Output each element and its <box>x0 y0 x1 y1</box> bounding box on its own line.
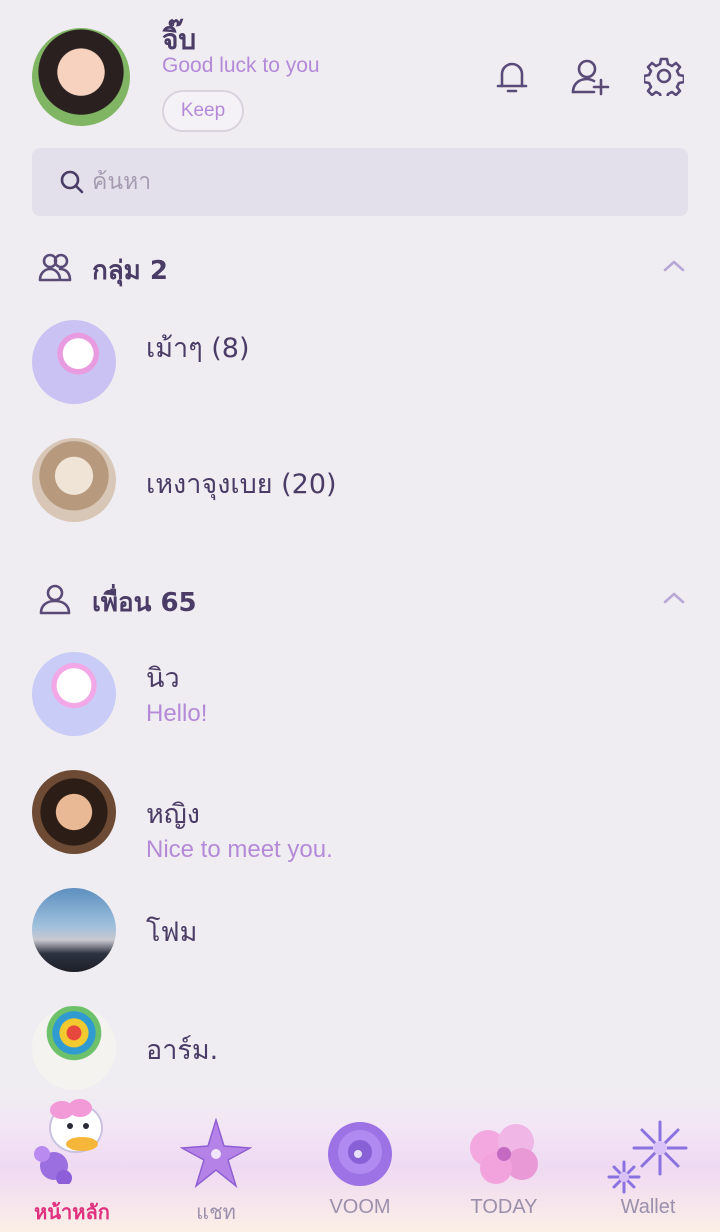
avatar <box>32 770 116 854</box>
tab-voom[interactable]: VOOM <box>295 1110 425 1232</box>
avatar <box>32 320 116 404</box>
avatar <box>32 1006 116 1090</box>
add-friend-icon[interactable] <box>570 56 610 96</box>
tab-wallet[interactable]: Wallet <box>583 1110 713 1232</box>
friend-name: อาร์ม. <box>146 1035 219 1066</box>
groups-title: กลุ่ม 2 <box>92 256 168 286</box>
friends-title: เพื่อน 65 <box>92 588 197 618</box>
friends-section-header[interactable]: เพื่อน 65 <box>0 570 720 626</box>
tab-chat[interactable]: แชท <box>151 1110 281 1232</box>
group-icon <box>38 250 72 284</box>
list-item[interactable]: อาร์ม. <box>0 998 720 1098</box>
tab-chat-label: แชท <box>196 1202 236 1224</box>
tab-today[interactable]: TODAY <box>439 1110 569 1232</box>
profile-header: จิ๊บ Good luck to you Keep <box>0 0 720 140</box>
search-bar[interactable] <box>32 148 688 216</box>
friend-status-message: Hello! <box>146 700 208 727</box>
friend-name: หญิง <box>146 799 200 830</box>
gear-icon[interactable] <box>642 56 686 101</box>
search-icon <box>58 168 86 196</box>
home-daisy-icon <box>24 1099 120 1189</box>
keep-button[interactable]: Keep <box>162 90 244 132</box>
avatar <box>32 438 116 522</box>
group-name: เม้าๆ (8) <box>146 333 250 364</box>
bottom-tab-bar: หน้าหลัก แชท VOOM TODAY Wallet <box>0 1090 720 1232</box>
voom-rose-icon <box>324 1118 396 1195</box>
friend-status-message: Nice to meet you. <box>146 836 333 863</box>
tab-wallet-label: Wallet <box>620 1196 676 1218</box>
chat-star-flower-icon <box>179 1117 253 1195</box>
groups-section-header[interactable]: กลุ่ม 2 <box>0 238 720 294</box>
chevron-up-icon[interactable] <box>660 584 688 612</box>
wallet-daisy-icon <box>600 1118 696 1203</box>
chevron-up-icon[interactable] <box>660 252 688 280</box>
tab-home-label: หน้าหลัก <box>34 1200 110 1224</box>
tab-home[interactable]: หน้าหลัก <box>7 1099 137 1232</box>
group-name: เหงาจุงเบย (20) <box>146 469 337 500</box>
bell-icon[interactable] <box>492 56 532 96</box>
list-item[interactable]: นิว Hello! <box>0 644 720 744</box>
friend-name: โฟม <box>146 917 198 948</box>
avatar <box>32 652 116 736</box>
profile-avatar[interactable] <box>32 28 130 126</box>
list-item[interactable]: หญิง Nice to meet you. <box>0 762 720 863</box>
tab-today-label: TODAY <box>470 1196 538 1218</box>
avatar <box>32 888 116 972</box>
today-flower-icon <box>466 1118 542 1195</box>
profile-status-message[interactable]: Good luck to you <box>162 54 320 78</box>
friend-name: นิว <box>146 663 180 694</box>
tab-voom-label: VOOM <box>329 1196 391 1218</box>
person-icon <box>38 582 72 616</box>
list-item[interactable]: เหงาจุงเบย (20) <box>0 430 720 530</box>
list-item[interactable]: โฟม <box>0 880 720 980</box>
list-item[interactable]: เม้าๆ (8) <box>0 312 720 412</box>
search-input[interactable] <box>92 160 652 204</box>
